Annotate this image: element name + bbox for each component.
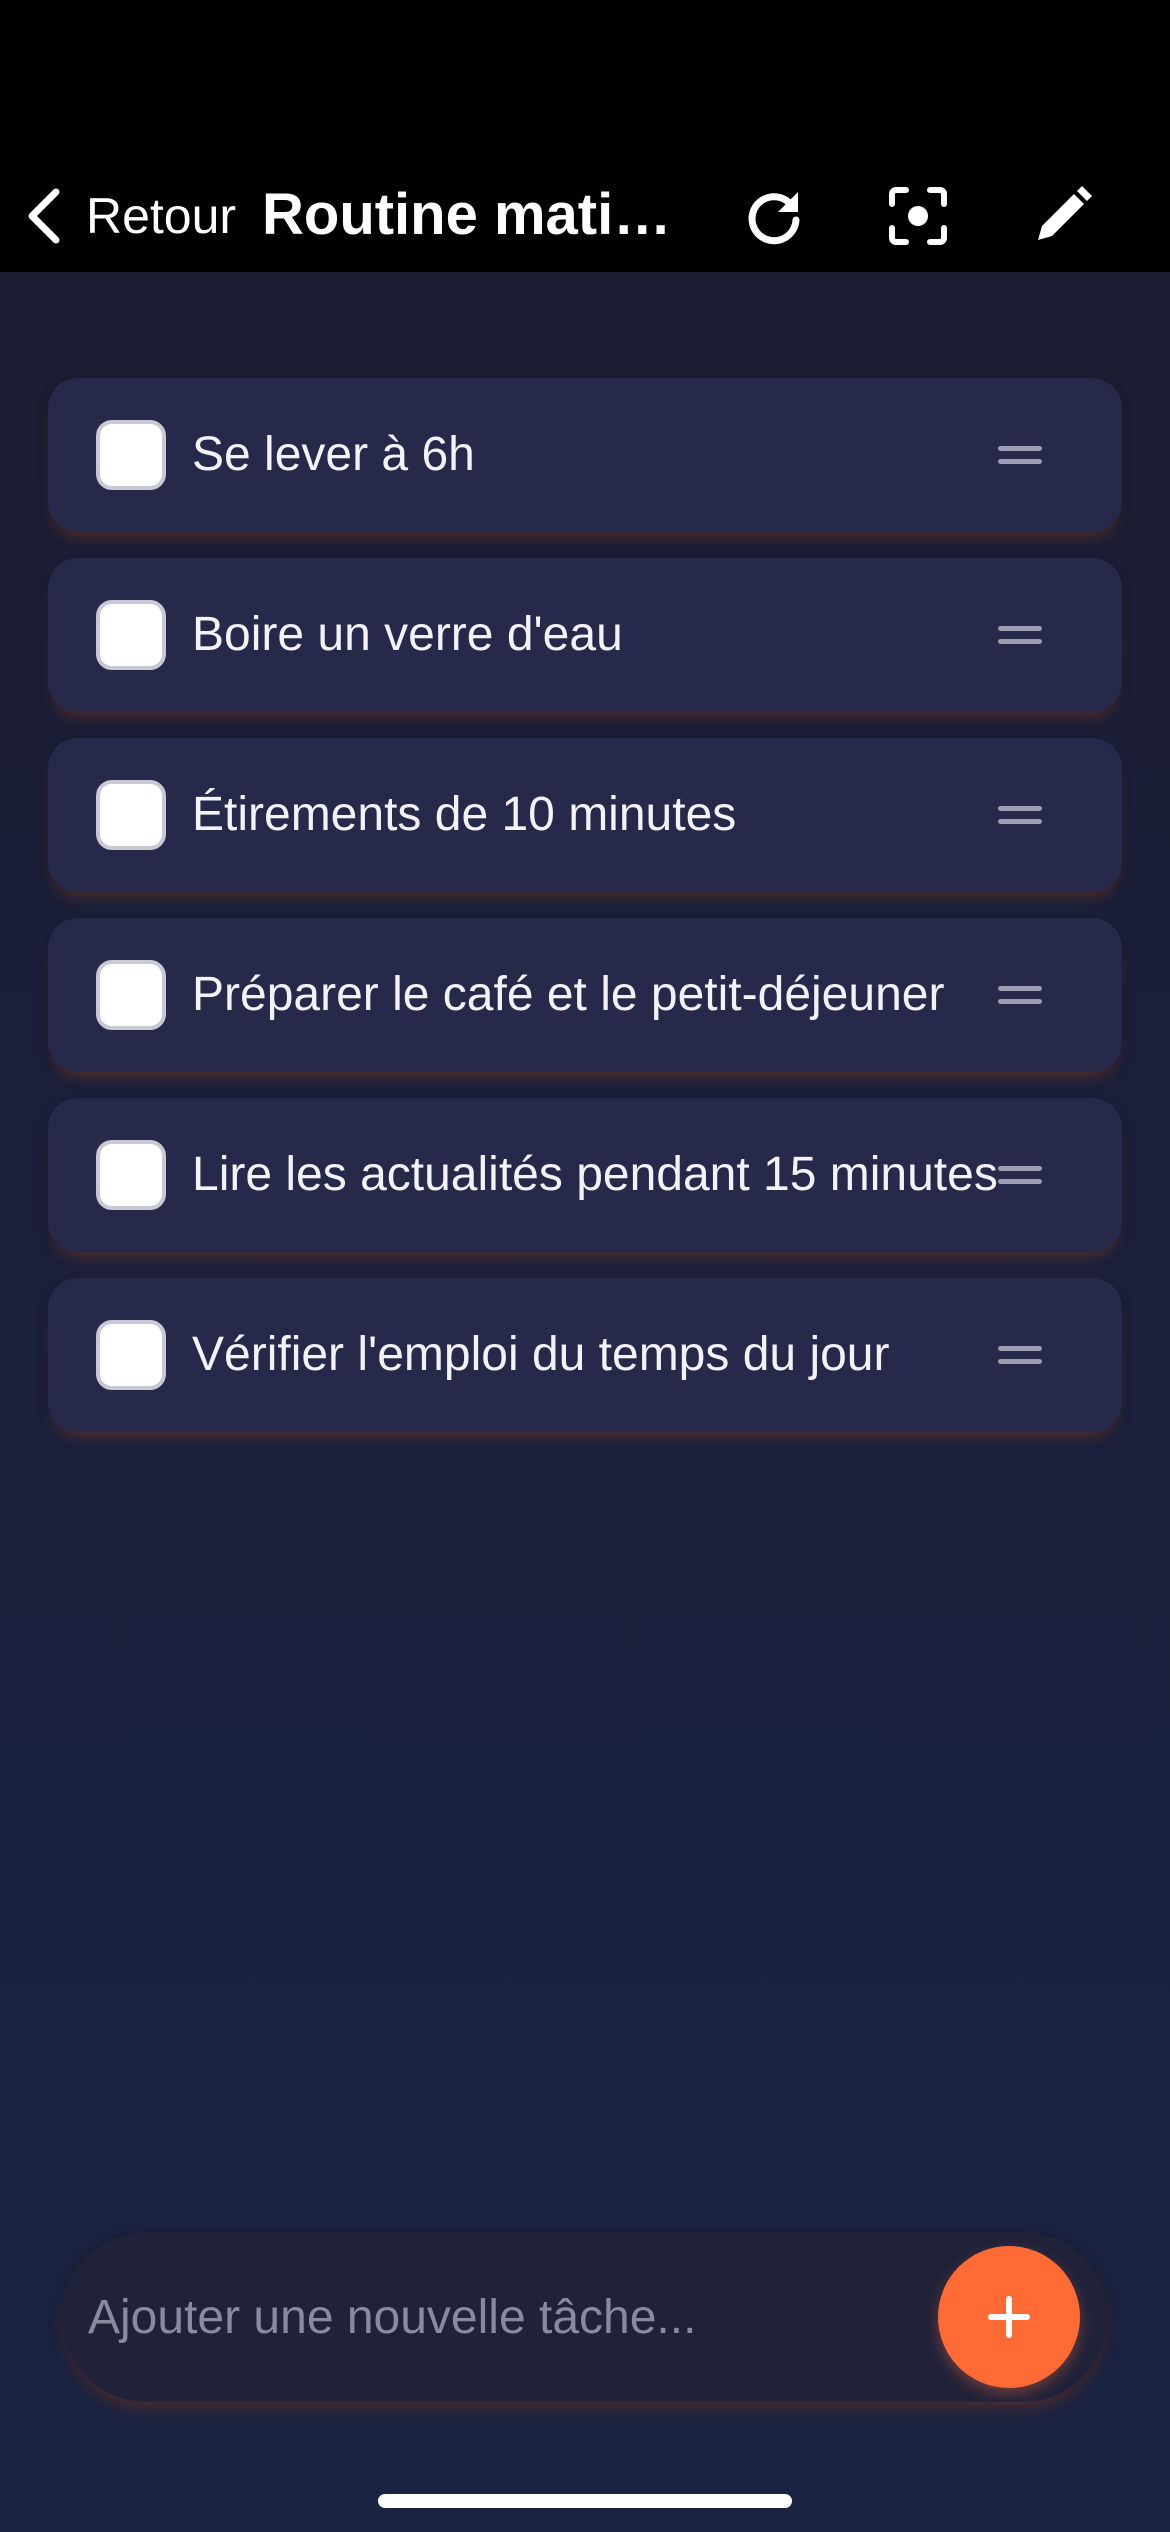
task-label: Étirements de 10 minutes [192, 788, 737, 841]
task-label: Préparer le café et le petit-déjeuner [192, 968, 945, 1021]
task-checkbox[interactable] [96, 600, 166, 670]
nav-bar: Retour Routine matinale [0, 160, 1170, 272]
refresh-icon [748, 192, 800, 245]
add-task-button[interactable] [938, 2246, 1080, 2388]
drag-handle-icon[interactable] [998, 1158, 1042, 1192]
add-task-bar [62, 2232, 1108, 2402]
focus-camera-icon [889, 187, 947, 245]
task-item[interactable]: Boire un verre d'eau [48, 558, 1122, 712]
edit-button[interactable] [1024, 178, 1100, 254]
refresh-button[interactable] [736, 178, 812, 254]
task-label: Se lever à 6h [192, 428, 475, 481]
chevron-left-icon [28, 188, 60, 244]
back-label: Retour [86, 188, 237, 244]
status-bar [0, 0, 1170, 160]
new-task-input[interactable] [88, 2262, 958, 2372]
task-checkbox[interactable] [96, 780, 166, 850]
task-checkbox[interactable] [96, 1140, 166, 1210]
screen: Retour Routine matinale Se lever à 6h Bo… [0, 0, 1170, 2532]
drag-handle-icon[interactable] [998, 618, 1042, 652]
plus-icon [988, 2296, 1030, 2338]
task-label: Vérifier l'emploi du temps du jour [192, 1328, 890, 1381]
drag-handle-icon[interactable] [998, 978, 1042, 1012]
task-checkbox[interactable] [96, 960, 166, 1030]
task-list: Se lever à 6h Boire un verre d'eau Étire… [48, 378, 1122, 1458]
task-label: Boire un verre d'eau [192, 608, 623, 661]
task-label: Lire les actualités pendant 15 minutes [192, 1148, 998, 1201]
task-item[interactable]: Étirements de 10 minutes [48, 738, 1122, 892]
task-item[interactable]: Se lever à 6h [48, 378, 1122, 532]
home-indicator[interactable] [378, 2494, 792, 2508]
drag-handle-icon[interactable] [998, 1338, 1042, 1372]
drag-handle-icon[interactable] [998, 438, 1042, 472]
page-title: Routine matinale [262, 182, 702, 247]
back-button[interactable]: Retour [22, 174, 236, 258]
focus-button[interactable] [880, 178, 956, 254]
task-checkbox[interactable] [96, 1320, 166, 1390]
task-item[interactable]: Lire les actualités pendant 15 minutes [48, 1098, 1122, 1252]
task-item[interactable]: Vérifier l'emploi du temps du jour [48, 1278, 1122, 1432]
drag-handle-icon[interactable] [998, 798, 1042, 832]
edit-pencil-icon [1038, 186, 1092, 240]
task-checkbox[interactable] [96, 420, 166, 490]
task-item[interactable]: Préparer le café et le petit-déjeuner [48, 918, 1122, 1072]
